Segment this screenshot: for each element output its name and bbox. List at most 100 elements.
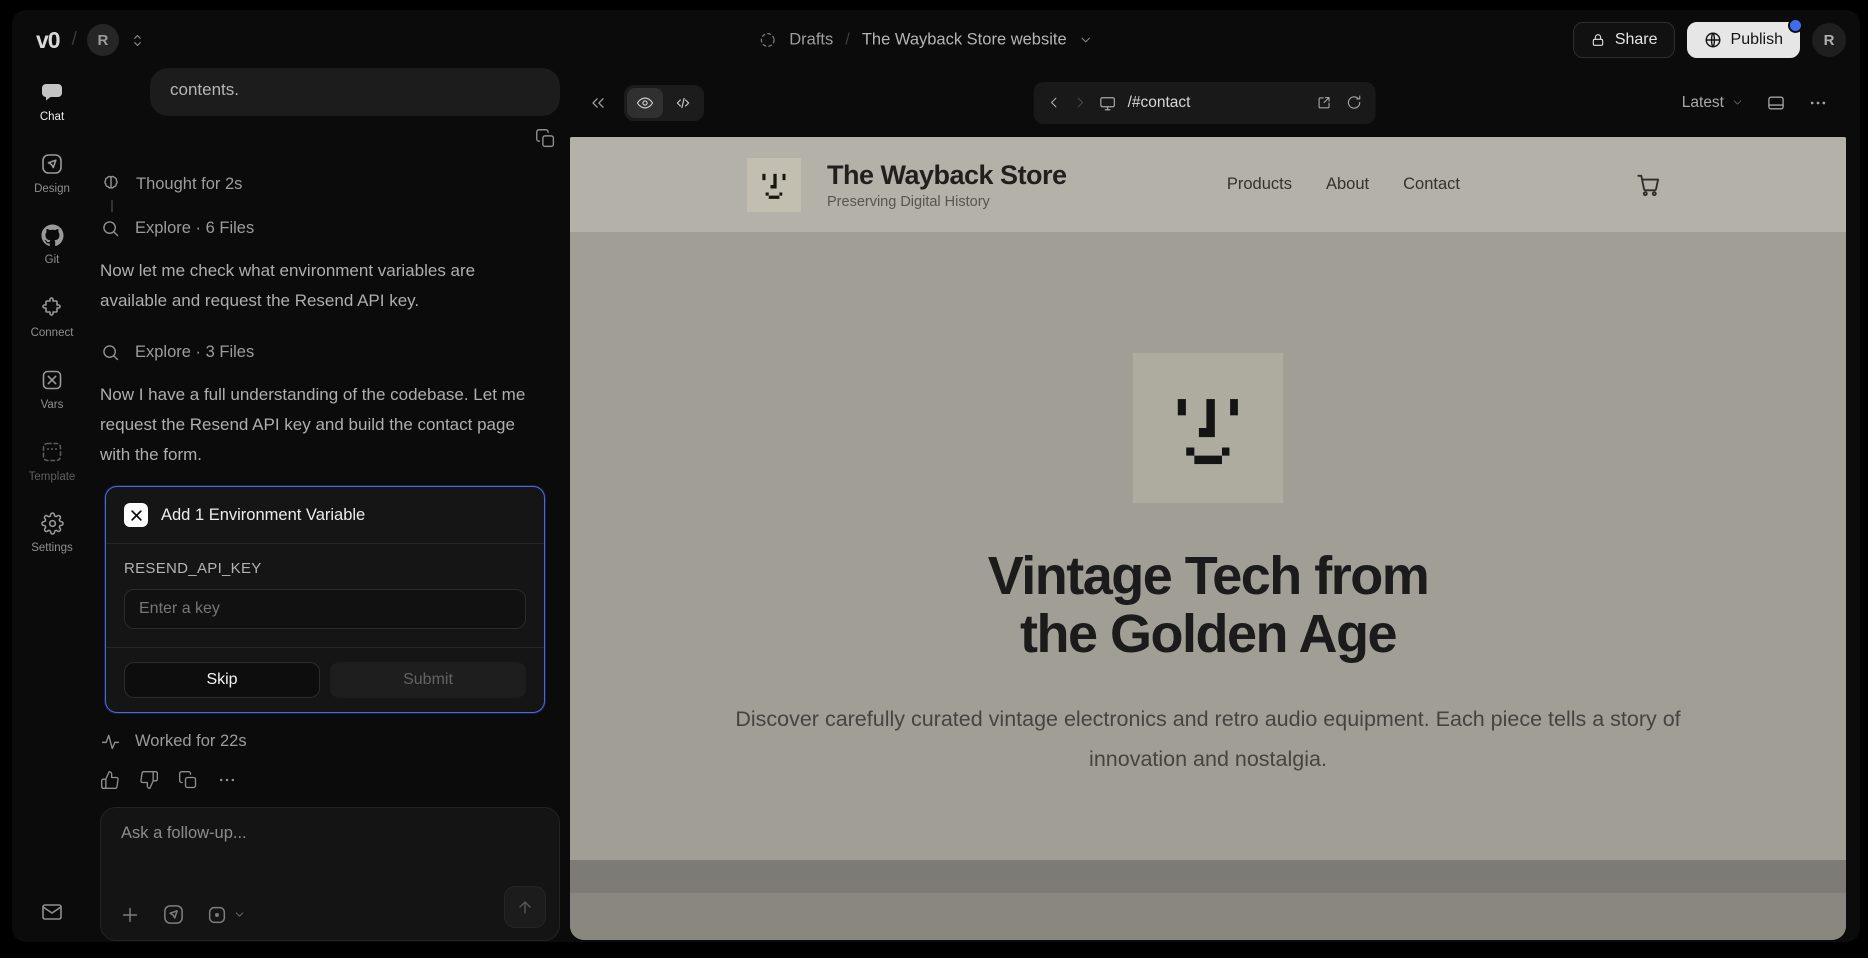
github-icon	[41, 224, 64, 247]
v0-logo[interactable]: v0	[36, 27, 60, 54]
search-icon	[100, 218, 121, 239]
user-message-bubble: contents.	[150, 68, 560, 116]
submit-button[interactable]: Submit	[330, 662, 526, 698]
code-tab[interactable]	[665, 88, 701, 118]
nav-contact[interactable]: Contact	[1403, 175, 1460, 194]
thumbs-down-icon[interactable]	[139, 770, 159, 790]
code-icon	[674, 94, 692, 112]
globe-icon	[1704, 31, 1722, 49]
rail-item-git[interactable]: Git	[12, 224, 92, 266]
env-variable-name: RESEND_API_KEY	[124, 560, 526, 577]
puzzle-icon	[40, 296, 64, 320]
nav-products[interactable]: Products	[1227, 175, 1292, 194]
cart-icon[interactable]	[1635, 172, 1661, 198]
pixel-face-icon	[754, 165, 794, 205]
x-box-icon	[124, 503, 148, 527]
chevron-down-icon	[1731, 96, 1744, 109]
gear-icon	[41, 512, 64, 535]
send-button[interactable]	[504, 886, 546, 928]
rail-item-template[interactable]: Template	[12, 440, 92, 483]
dashed-box-icon	[40, 440, 64, 464]
pixel-face-icon	[1156, 376, 1260, 480]
lock-icon	[1590, 32, 1606, 48]
site-footer	[570, 860, 1846, 940]
workspace-switcher-icon[interactable]	[129, 32, 146, 49]
drafts-status-icon	[758, 31, 777, 50]
site-logo[interactable]	[747, 158, 801, 212]
publish-button[interactable]: Publish	[1687, 22, 1800, 58]
rail-item-vars[interactable]: Vars	[12, 368, 92, 411]
env-variable-dialog: Add 1 Environment Variable RESEND_API_KE…	[105, 486, 545, 713]
view-mode-switch	[624, 85, 704, 121]
rail-item-settings[interactable]: Settings	[12, 512, 92, 554]
worked-step[interactable]: Worked for 22s	[100, 729, 560, 753]
more-options-icon[interactable]	[217, 770, 237, 790]
layout-panel-icon[interactable]	[1766, 93, 1786, 113]
copy-icon[interactable]	[178, 770, 198, 790]
hero-paragraph: Discover carefully curated vintage elect…	[728, 699, 1688, 779]
version-label: Latest	[1682, 94, 1724, 112]
followup-input[interactable]	[119, 822, 541, 876]
site-name[interactable]: The Wayback Store	[827, 160, 1067, 190]
rail-item-chat[interactable]: Chat	[12, 80, 92, 123]
footer-band-light	[570, 893, 1846, 940]
forward-icon[interactable]	[1073, 95, 1088, 110]
chevron-down-icon[interactable]	[1079, 33, 1094, 48]
left-rail: Chat Design Git Connect Vars Template Se…	[12, 80, 92, 942]
design-icon	[40, 152, 64, 176]
preview-panel: /#contact Latest	[570, 68, 1846, 940]
hero-section: Vintage Tech from the Golden Age Discove…	[570, 353, 1846, 779]
collapse-panel-icon[interactable]	[588, 93, 608, 113]
device-monitor-icon[interactable]	[1099, 94, 1117, 112]
refresh-icon[interactable]	[1346, 94, 1363, 111]
explore-label: Explore · 3 Files	[135, 343, 254, 362]
rail-label: Settings	[31, 542, 73, 554]
hero-title-line2: the Golden Age	[1020, 604, 1396, 664]
topbar-actions: Share Publish R	[1573, 22, 1846, 58]
assistant-paragraph: Now I have a full understanding of the c…	[100, 380, 545, 470]
site-nav: Products About Contact	[1227, 175, 1460, 194]
rail-label: Template	[29, 471, 76, 483]
url-path[interactable]: /#contact	[1128, 94, 1191, 112]
version-selector[interactable]: Latest	[1682, 94, 1744, 112]
rail-item-connect[interactable]: Connect	[12, 296, 92, 339]
site-title-block: The Wayback Store Preserving Digital His…	[827, 160, 1067, 210]
open-external-icon[interactable]	[1316, 94, 1333, 111]
explore-step-1[interactable]: Explore · 6 Files	[100, 216, 560, 240]
assistant-paragraph: Now let me check what environment variab…	[100, 256, 545, 316]
rail-item-design[interactable]: Design	[12, 152, 92, 195]
more-options-icon[interactable]	[1808, 93, 1828, 113]
worked-label: Worked for 22s	[135, 732, 247, 751]
breadcrumb: Drafts / The Wayback Store website	[758, 31, 1093, 50]
hero-title: Vintage Tech from the Golden Age	[570, 547, 1846, 663]
env-dialog-footer: Skip Submit	[106, 648, 544, 712]
env-key-input[interactable]	[124, 589, 526, 629]
explore-step-2[interactable]: Explore · 3 Files	[100, 340, 560, 364]
url-actions	[1316, 94, 1363, 111]
preview-toolbar-right: Latest	[1682, 93, 1828, 113]
message-actions	[100, 128, 556, 152]
user-avatar[interactable]: R	[1812, 23, 1846, 57]
thought-step[interactable]: Thought for 2s	[100, 172, 560, 196]
component-icon	[206, 904, 228, 926]
search-icon	[100, 342, 121, 363]
preview-eye-tab[interactable]	[627, 88, 663, 118]
topbar: v0 / R Drafts / The Wayback Store websit…	[12, 10, 1860, 70]
eye-icon	[636, 94, 654, 112]
share-button[interactable]: Share	[1573, 22, 1675, 58]
thumbs-up-icon[interactable]	[100, 770, 120, 790]
footer-band-dark	[570, 860, 1846, 893]
attach-plus-icon[interactable]	[119, 904, 141, 926]
workspace-avatar[interactable]: R	[87, 24, 119, 56]
breadcrumb-separator: /	[845, 31, 850, 50]
copy-icon[interactable]	[535, 128, 556, 152]
feedback-mail-button[interactable]	[12, 900, 92, 924]
back-icon[interactable]	[1047, 95, 1062, 110]
skip-button[interactable]: Skip	[124, 662, 320, 698]
breadcrumb-project[interactable]: The Wayback Store website	[862, 31, 1067, 50]
nav-about[interactable]: About	[1326, 175, 1369, 194]
breadcrumb-drafts[interactable]: Drafts	[789, 31, 833, 50]
composer	[100, 807, 560, 941]
model-selector[interactable]	[206, 904, 246, 926]
design-mode-icon[interactable]	[162, 903, 185, 926]
